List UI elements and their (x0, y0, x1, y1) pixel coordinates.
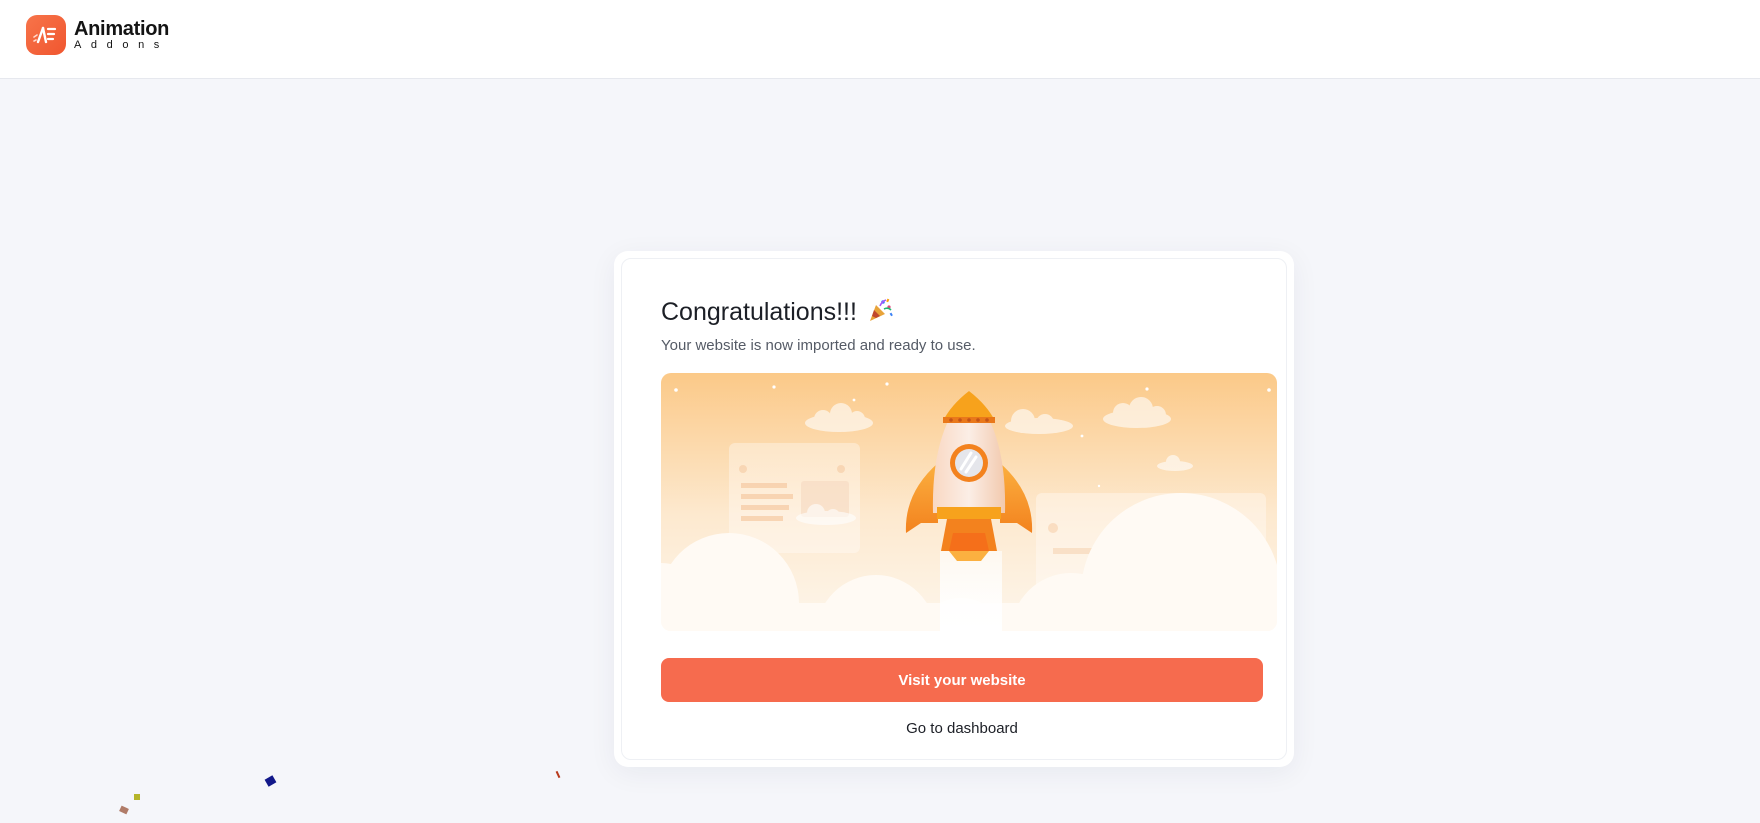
party-popper-icon (867, 297, 893, 328)
top-bar: Animation Addons (0, 0, 1760, 79)
card-subtitle: Your website is now imported and ready t… (661, 337, 976, 354)
animation-addons-logo-icon (26, 15, 66, 55)
card-title-row: Congratulations!!! (661, 297, 893, 328)
brand-logo[interactable]: Animation Addons (26, 15, 169, 55)
go-to-dashboard-button[interactable]: Go to dashboard (661, 711, 1263, 745)
brand-tagline: Addons (74, 39, 169, 51)
card-title: Congratulations!!! (661, 298, 857, 326)
rocket-launch-illustration (661, 373, 1277, 631)
success-card-inner: Congratulations!!! Your website is now i… (621, 258, 1287, 760)
success-card: Congratulations!!! Your website is now i… (614, 251, 1294, 767)
visit-website-button[interactable]: Visit your website (661, 658, 1263, 702)
confetti-piece (134, 794, 140, 800)
brand-wordmark: Animation Addons (74, 19, 169, 51)
brand-name: Animation (74, 18, 170, 40)
confetti-piece (555, 770, 561, 779)
confetti-piece (264, 775, 277, 787)
confetti-piece (119, 805, 129, 815)
